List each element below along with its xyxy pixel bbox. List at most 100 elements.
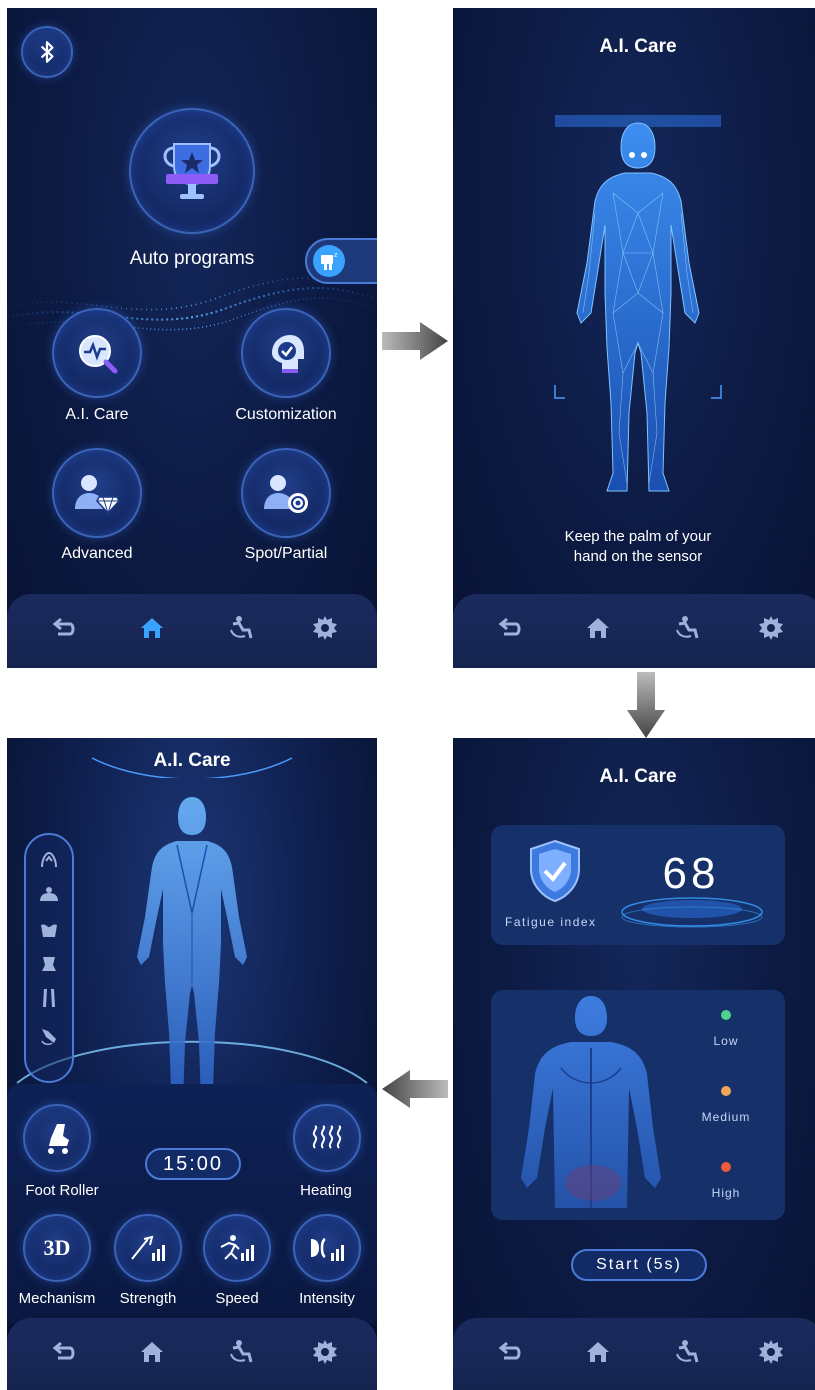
intensity-icon (311, 1237, 344, 1261)
back-button[interactable] (494, 1338, 526, 1370)
massage-chair-button[interactable] (671, 1338, 703, 1370)
mechanism-label: Mechanism (18, 1290, 96, 1307)
home-button[interactable] (136, 1338, 168, 1370)
legend-label-medium: Medium (701, 1110, 751, 1124)
customization-label: Customization (235, 406, 337, 423)
body-map-card: Low Medium High (491, 990, 785, 1220)
bluetooth-icon (40, 41, 54, 63)
intensity-button[interactable] (293, 1214, 361, 1282)
strength-button[interactable] (114, 1214, 182, 1282)
sleep-icon: z (313, 245, 345, 277)
heating-label: Heating (300, 1182, 352, 1199)
legs-button[interactable] (38, 987, 60, 1009)
legend-label-low: Low (713, 1034, 739, 1048)
flow-arrow-right (382, 322, 448, 360)
ai-care-result-screen: A.I. Care Fatigue index 68 Low Medium Hi… (453, 738, 815, 1390)
massage-chair-button[interactable] (225, 614, 257, 646)
scan-frame-corners (554, 385, 722, 399)
shoulder-icon (40, 887, 58, 901)
home-screen: Auto programs z A.I. Care Customization (7, 8, 377, 668)
start-button[interactable]: Start (5s) (571, 1249, 707, 1281)
spot-partial-button[interactable] (241, 448, 331, 538)
sleep-mode-button[interactable]: z (305, 238, 377, 284)
back-icon (52, 1341, 75, 1360)
back-button[interactable] (48, 1338, 80, 1370)
home-button[interactable] (136, 614, 168, 646)
foot-roller-button[interactable] (23, 1104, 91, 1172)
ai-care-label: A.I. Care (65, 406, 129, 423)
fatigue-value: 68 (662, 849, 720, 898)
heating-button[interactable] (293, 1104, 361, 1172)
muscle-body-figure (137, 797, 247, 1103)
trophy-icon (163, 143, 221, 199)
ai-care-button[interactable] (52, 308, 142, 398)
settings-button[interactable] (755, 614, 787, 646)
speed-icon (220, 1235, 254, 1261)
instruction-line-2: hand on the sensor (573, 548, 703, 565)
session-timer: 15:00 (145, 1148, 241, 1180)
home-icon (587, 1342, 609, 1362)
home-button[interactable] (582, 614, 614, 646)
settings-icon (313, 1340, 337, 1364)
back-massage-button[interactable] (38, 919, 60, 941)
back-button[interactable] (494, 614, 526, 646)
legs-icon (43, 989, 55, 1007)
strength-label: Strength (119, 1290, 177, 1307)
heating-icon (312, 1125, 342, 1149)
home-button[interactable] (582, 1338, 614, 1370)
settings-icon (759, 1340, 783, 1364)
customization-icon (272, 335, 304, 373)
customization-button[interactable] (241, 308, 331, 398)
bottom-nav-bar (453, 594, 815, 668)
mechanism-button[interactable]: 3D (23, 1214, 91, 1282)
waist-icon (42, 957, 56, 971)
back-button[interactable] (48, 614, 80, 646)
intensity-label: Intensity (299, 1290, 355, 1307)
ai-care-session-screen: A.I. Care Foot Roller 15:00 Heating 3D M… (7, 738, 377, 1390)
spot-target-icon (264, 475, 308, 513)
neck-button[interactable] (38, 849, 60, 871)
massage-chair-icon (230, 1340, 253, 1363)
auto-programs-button[interactable] (129, 108, 255, 234)
fatigue-label: Fatigue index (505, 915, 597, 929)
bottom-nav-bar (7, 1318, 377, 1390)
shield-check-icon (530, 839, 580, 903)
legend-dot-medium (721, 1086, 731, 1096)
mechanism-3d-badge: 3D (43, 1235, 71, 1260)
home-icon (587, 618, 609, 638)
advanced-label: Advanced (61, 545, 133, 562)
bluetooth-button[interactable] (21, 26, 73, 78)
foot-roller-icon (48, 1124, 69, 1154)
page-title: A.I. Care (153, 750, 231, 771)
advanced-button[interactable] (52, 448, 142, 538)
speed-label: Speed (215, 1290, 259, 1307)
settings-icon (313, 616, 337, 640)
neck-icon (41, 851, 57, 868)
massage-chair-icon (676, 616, 699, 639)
ai-analysis-icon (79, 335, 118, 374)
ai-care-scan-screen: A.I. Care Keep the palm of your hand on … (453, 8, 815, 668)
feet-button[interactable] (38, 1025, 60, 1047)
back-massage-icon (41, 924, 57, 937)
advanced-user-icon (75, 475, 120, 515)
instruction-line-1: Keep the palm of your (564, 528, 712, 545)
bottom-nav-bar (7, 594, 377, 668)
massage-chair-button[interactable] (671, 614, 703, 646)
waist-button[interactable] (38, 953, 60, 975)
legend-dot-high (721, 1162, 731, 1172)
speed-button[interactable] (203, 1214, 271, 1282)
flow-arrow-left (382, 1070, 448, 1108)
svg-text:z: z (334, 252, 338, 259)
back-icon (52, 617, 75, 636)
bottom-nav-bar (453, 1318, 815, 1390)
massage-chair-icon (230, 616, 253, 639)
shoulder-button[interactable] (38, 885, 60, 907)
body-part-selector (24, 833, 74, 1083)
back-icon (498, 617, 521, 636)
massage-chair-icon (676, 1340, 699, 1363)
settings-button[interactable] (309, 614, 341, 646)
back-icon (498, 1341, 521, 1360)
settings-button[interactable] (309, 1338, 341, 1370)
massage-chair-button[interactable] (225, 1338, 257, 1370)
settings-button[interactable] (755, 1338, 787, 1370)
